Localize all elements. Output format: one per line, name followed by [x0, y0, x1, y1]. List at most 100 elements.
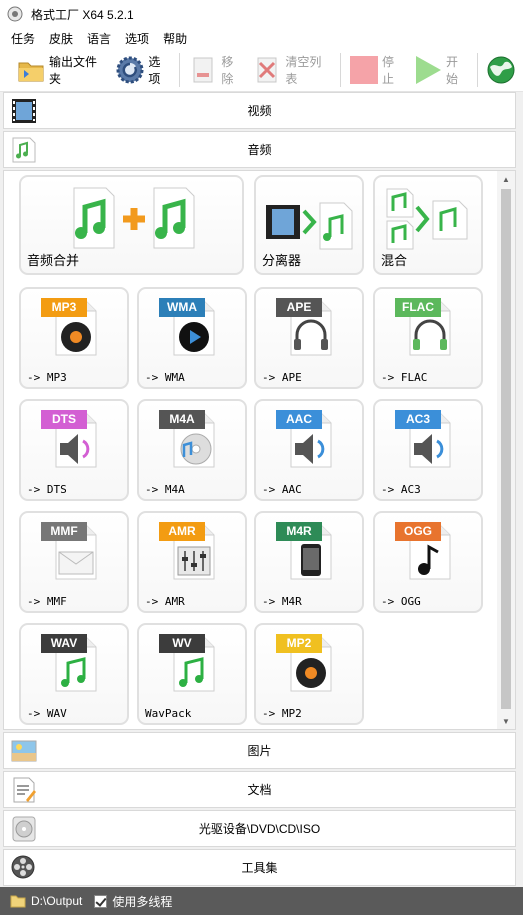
format-tile-mp3[interactable]: MP3 -> MP3 [19, 287, 129, 389]
tile-label: 混合 [381, 253, 408, 268]
document-icon [13, 777, 36, 803]
clear-list-label: 清空列表 [285, 54, 322, 86]
menu-options[interactable]: 选项 [125, 30, 149, 47]
title-bar: 格式工厂 X64 5.2.1 [0, 0, 523, 28]
tile-label: -> DTS [27, 483, 67, 496]
category-video[interactable]: 视频 [3, 92, 516, 129]
stop-icon [349, 55, 378, 84]
format-tile-mp2[interactable]: MP2 -> MP2 [254, 623, 364, 725]
picture-icon [11, 740, 37, 762]
format-tile-wma[interactable]: WMA -> WMA [137, 287, 247, 389]
format-badge: DTS [41, 410, 87, 429]
format-tile-mmf[interactable]: MMF -> MMF [19, 511, 129, 613]
app-icon [7, 6, 23, 22]
format-tile-ac3[interactable]: AC3 -> AC3 [373, 399, 483, 501]
format-tile-amr[interactable]: AMR -> AMR [137, 511, 247, 613]
globe-icon [487, 56, 515, 83]
scrollbar[interactable]: ▲ ▼ [497, 171, 515, 729]
toolbar-separator [179, 52, 181, 87]
stop-label: 停止 [381, 54, 394, 86]
format-tile-dts[interactable]: DTS -> DTS [19, 399, 129, 501]
gear-icon [116, 56, 144, 83]
format-tile-aac[interactable]: AAC -> AAC [254, 399, 364, 501]
format-badge: AC3 [395, 410, 441, 429]
toolbar-separator [477, 52, 478, 87]
format-badge: FLAC [395, 298, 441, 317]
globe-button[interactable] [482, 50, 523, 90]
remove-icon [193, 57, 213, 82]
tile-label: -> AMR [145, 595, 185, 608]
output-folder-button[interactable]: 输出文件夹 [12, 50, 111, 90]
category-document[interactable]: 文档 [3, 771, 516, 808]
category-label: 文档 [247, 783, 272, 797]
category-label: 图片 [247, 744, 272, 758]
tile-label: -> AAC [262, 483, 302, 496]
splitter-icon [266, 202, 353, 250]
tile-label: -> WAV [27, 707, 67, 720]
format-tile-m4r[interactable]: M4R -> M4R [254, 511, 364, 613]
menu-bar: 任务 皮肤 语言 选项 帮助 [0, 28, 523, 48]
stop-button[interactable]: 停止 [345, 50, 409, 90]
tool-tile[interactable]: 分离器 [254, 175, 364, 275]
music-file-icon [12, 137, 36, 163]
format-badge: M4R [276, 522, 322, 541]
format-badge: WMA [159, 298, 205, 317]
play-icon [416, 55, 441, 84]
format-tile-ape[interactable]: APE -> APE [254, 287, 364, 389]
clear-list-button[interactable]: 清空列表 [248, 50, 336, 90]
toolbar: 输出文件夹 选项 移除 清空列表 停止 开始 [0, 48, 523, 92]
format-tile-ogg[interactable]: OGG -> OGG [373, 511, 483, 613]
multithread-label: 使用多线程 [112, 894, 173, 909]
menu-tasks[interactable]: 任务 [11, 30, 35, 47]
tile-label: -> AC3 [381, 483, 421, 496]
output-path[interactable]: D:\Output [31, 894, 82, 908]
mix-icon [386, 188, 468, 250]
toolbar-separator [340, 52, 341, 87]
remove-button[interactable]: 移除 [184, 50, 248, 90]
status-bar: D:\Output 使用多线程 [0, 887, 523, 915]
menu-help[interactable]: 帮助 [163, 30, 187, 47]
options-button[interactable]: 选项 [111, 50, 175, 90]
category-tools[interactable]: 工具集 [3, 849, 516, 886]
film-icon [12, 99, 36, 123]
window-title: 格式工厂 X64 5.2.1 [31, 7, 134, 22]
scroll-down-arrow[interactable]: ▼ [497, 713, 515, 729]
scrollbar-thumb[interactable] [501, 189, 511, 709]
audio-tools-panel: 音频合并 分离器 混合 MP3 -> MP3 WMA -> WMA APE -> APE FLAC… [3, 170, 516, 730]
tile-label: 分离器 [262, 253, 302, 268]
start-button[interactable]: 开始 [409, 50, 473, 90]
format-tile-wav[interactable]: WAV -> WAV [19, 623, 129, 725]
menu-language[interactable]: 语言 [87, 30, 111, 47]
output-folder-label: 输出文件夹 [49, 54, 98, 86]
category-audio[interactable]: 音频 [3, 131, 516, 168]
tile-label: -> OGG [381, 595, 421, 608]
options-label: 选项 [148, 54, 161, 86]
category-label: 工具集 [241, 861, 278, 875]
tool-tile[interactable]: 音频合并 [19, 175, 244, 275]
format-tile-wv[interactable]: WV WavPack [137, 623, 247, 725]
format-tile-flac[interactable]: FLAC -> FLAC [373, 287, 483, 389]
format-badge: M4A [159, 410, 205, 429]
format-badge: WAV [41, 634, 87, 653]
format-badge: AAC [276, 410, 322, 429]
format-badge: WV [159, 634, 205, 653]
multithread-checkbox[interactable] [94, 894, 108, 908]
format-badge: APE [276, 298, 322, 317]
format-tile-m4a[interactable]: M4A -> M4A [137, 399, 247, 501]
format-badge: AMR [159, 522, 205, 541]
tile-label: -> WMA [145, 371, 185, 384]
clear-list-icon [257, 57, 277, 82]
tool-tile[interactable]: 混合 [373, 175, 483, 275]
tile-label: -> MP3 [27, 371, 67, 384]
menu-skin[interactable]: 皮肤 [49, 30, 73, 47]
format-badge: MP3 [41, 298, 87, 317]
remove-label: 移除 [221, 54, 234, 86]
category-image[interactable]: 图片 [3, 732, 516, 769]
category-disc[interactable]: 光驱设备\DVD\CD\ISO [3, 810, 516, 847]
scroll-up-arrow[interactable]: ▲ [497, 171, 515, 187]
disc-drive-icon [12, 816, 36, 842]
tile-label: -> M4A [145, 483, 185, 496]
start-label: 开始 [446, 54, 459, 86]
category-label: 光驱设备\DVD\CD\ISO [198, 822, 321, 836]
tile-label: WavPack [145, 707, 192, 720]
